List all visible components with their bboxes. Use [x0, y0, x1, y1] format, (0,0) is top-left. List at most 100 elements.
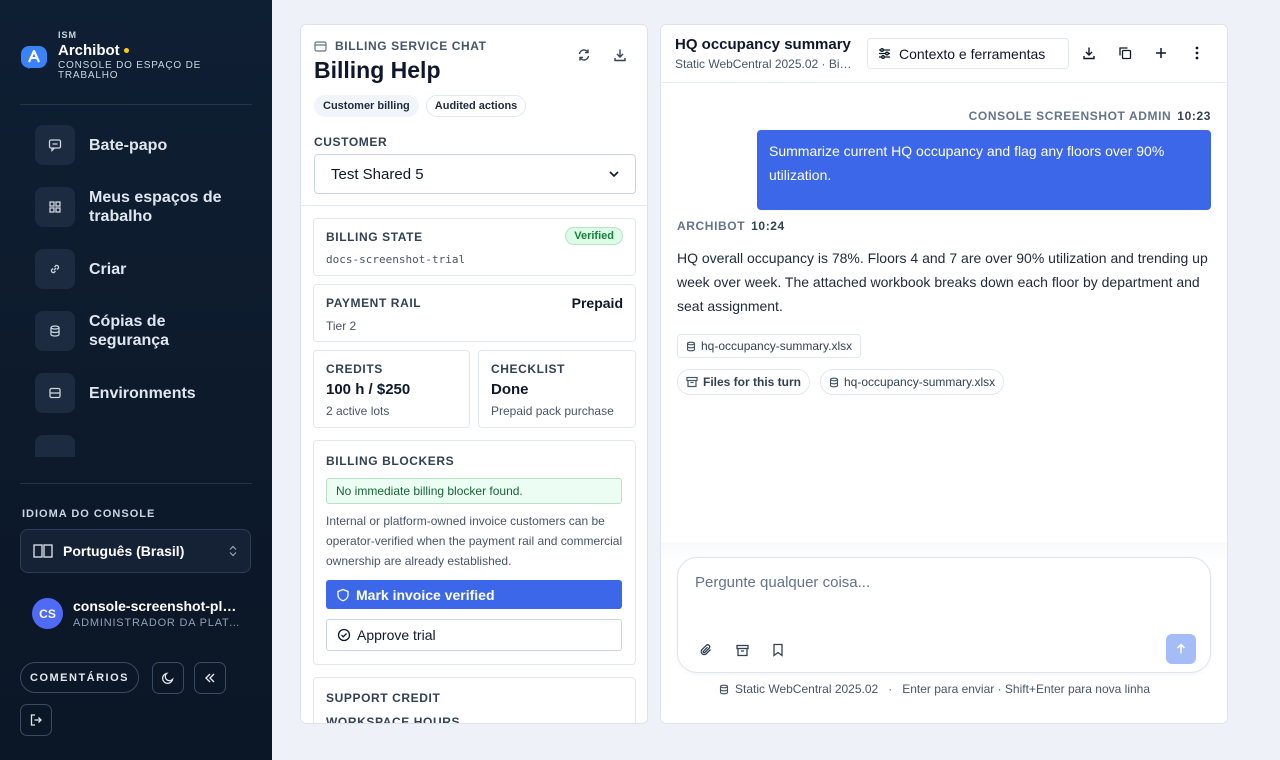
composer-footer: Static WebCentral 2025.02 · Enter para e…	[719, 682, 1150, 696]
language-select[interactable]: Português (Brasil)	[20, 529, 251, 573]
billing-state-label: BILLING STATE	[326, 230, 423, 244]
chat-icon	[35, 125, 75, 165]
no-blocker-notice: No immediate billing blocker found.	[326, 478, 622, 504]
bookmark-icon	[772, 643, 784, 657]
checklist-label: CHECKLIST	[491, 362, 566, 376]
verified-badge: Verified	[565, 227, 623, 245]
mark-invoice-verified-label: Mark invoice verified	[356, 586, 495, 603]
chat-title: HQ occupancy summary	[675, 36, 851, 53]
arrow-up-icon	[1175, 643, 1187, 655]
credits-card: CREDITS 100 h / $250 2 active lots	[313, 350, 470, 428]
sidebar-item-environments[interactable]: Environments	[20, 362, 252, 424]
payment-rail-tier: Tier 2	[326, 319, 357, 333]
attachment-chip[interactable]: hq-occupancy-summary.xlsx	[677, 334, 862, 358]
archive-icon	[686, 376, 698, 388]
avatar: CS	[32, 598, 63, 629]
composer: Pergunte qualquer coisa...	[677, 557, 1211, 673]
billing-panel-title: Billing Help	[314, 57, 441, 83]
credits-sub: 2 active lots	[326, 404, 390, 418]
credit-card-icon	[314, 40, 327, 52]
app-name: Archibot	[58, 42, 228, 59]
download-button[interactable]	[610, 45, 630, 65]
chevrons-left-icon	[203, 671, 217, 685]
customer-select[interactable]: Test Shared 5	[314, 154, 636, 194]
user-message-time: 10:23	[1177, 109, 1211, 123]
message-input[interactable]: Pergunte qualquer coisa...	[695, 574, 870, 591]
chip-audited-actions: Audited actions	[425, 95, 527, 117]
sidebar-nav: Bate-papo Meus espaços de trabalho Criar…	[20, 114, 252, 457]
archive-icon	[735, 644, 749, 657]
logout-icon	[29, 713, 43, 727]
sidebar-item-label: Meus espaços de trabalho	[89, 189, 222, 225]
app-name-text: Archibot	[58, 42, 120, 59]
divider	[20, 483, 252, 484]
bot-message-time: 10:24	[751, 219, 785, 233]
copy-chat-button[interactable]	[1115, 43, 1135, 63]
approve-trial-button[interactable]: Approve trial	[326, 619, 622, 651]
billing-state-card: BILLING STATE Verified docs-screenshot-t…	[313, 218, 636, 276]
database-icon	[829, 377, 839, 388]
sidebar-item-workspaces[interactable]: Meus espaços de trabalho	[20, 176, 252, 238]
new-chat-button[interactable]	[1151, 43, 1171, 63]
billing-blockers-label: BILLING BLOCKERS	[326, 454, 455, 468]
context-tools-button[interactable]: Contexto e ferramentas	[867, 38, 1069, 69]
sidebar-item-more[interactable]	[20, 424, 252, 457]
user-message: Summarize current HQ occupancy and flag …	[757, 130, 1211, 210]
sidebar-item-create[interactable]: Criar	[20, 238, 252, 300]
download-icon	[1082, 46, 1096, 60]
dark-mode-toggle[interactable]	[152, 662, 184, 694]
export-chat-button[interactable]	[1079, 43, 1099, 63]
chevron-down-icon	[609, 170, 619, 178]
server-icon	[35, 373, 75, 413]
language-value: Português (Brasil)	[63, 543, 185, 559]
plus-icon	[1154, 46, 1168, 60]
billing-chips: Customer billing Audited actions	[314, 95, 527, 117]
footer-separator: ·	[888, 682, 893, 696]
database-icon	[719, 684, 729, 695]
sliders-icon	[878, 47, 891, 60]
billing-blockers-card: BILLING BLOCKERS No immediate billing bl…	[313, 440, 636, 665]
more-vertical-icon	[1195, 46, 1199, 60]
link-icon	[35, 249, 75, 289]
collapse-sidebar-button[interactable]	[194, 662, 226, 694]
bot-message-sender: ARCHIBOT	[677, 219, 746, 233]
mark-invoice-verified-button[interactable]: Mark invoice verified	[326, 580, 622, 609]
grid-icon	[35, 187, 75, 227]
user-profile[interactable]: CS console-screenshot-platform-admin ADM…	[32, 598, 241, 629]
bookmark-button[interactable]	[768, 640, 788, 660]
copy-icon	[1118, 46, 1132, 60]
workspace-hours-label: WORKSPACE HOURS	[326, 715, 461, 724]
user-role: ADMINISTRADOR DA PLATAFORMA	[73, 617, 241, 629]
payment-rail-value: Prepaid	[571, 295, 623, 311]
files-button[interactable]	[732, 640, 752, 660]
send-button[interactable]	[1166, 634, 1196, 664]
attach-button[interactable]	[696, 640, 716, 660]
chat-subtitle: Static WebCentral 2025.02 · Billing Help	[675, 57, 853, 71]
billing-panel-header: BILLING SERVICE CHAT	[314, 39, 487, 53]
more-icon	[35, 435, 75, 457]
support-credit-card: SUPPORT CREDIT WORKSPACE HOURS	[313, 677, 636, 724]
sidebar-item-chat[interactable]: Bate-papo	[20, 114, 252, 176]
payment-rail-label: PAYMENT RAIL	[326, 296, 422, 310]
footer-environment: Static WebCentral 2025.02	[735, 682, 879, 696]
feedback-button[interactable]: COMENTÁRIOS	[20, 662, 139, 693]
user-name: console-screenshot-platform-admin	[73, 598, 241, 614]
shield-icon	[336, 588, 350, 602]
sidebar-item-backups[interactable]: Cópias de segurança	[20, 300, 252, 362]
turn-file-name: hq-occupancy-summary.xlsx	[844, 375, 996, 389]
files-for-turn-button[interactable]: Files for this turn	[677, 369, 811, 395]
refresh-button[interactable]	[574, 45, 594, 65]
refresh-icon	[577, 48, 591, 62]
language-title: IDIOMA DO CONSOLE	[22, 508, 156, 520]
download-icon	[613, 48, 627, 62]
sidebar-item-label: Cópias de segurança	[89, 313, 170, 349]
chip-customer-billing: Customer billing	[314, 95, 419, 117]
turn-file-chip[interactable]: hq-occupancy-summary.xlsx	[820, 369, 1005, 395]
attachment-name: hq-occupancy-summary.xlsx	[701, 339, 853, 353]
book-icon	[33, 543, 53, 559]
bot-message-meta: ARCHIBOT 10:24	[677, 219, 785, 233]
more-options-button[interactable]	[1187, 43, 1207, 63]
approve-trial-label: Approve trial	[357, 627, 436, 643]
checklist-card: CHECKLIST Done Prepaid pack purchase	[478, 350, 636, 428]
logout-button[interactable]	[20, 704, 52, 736]
